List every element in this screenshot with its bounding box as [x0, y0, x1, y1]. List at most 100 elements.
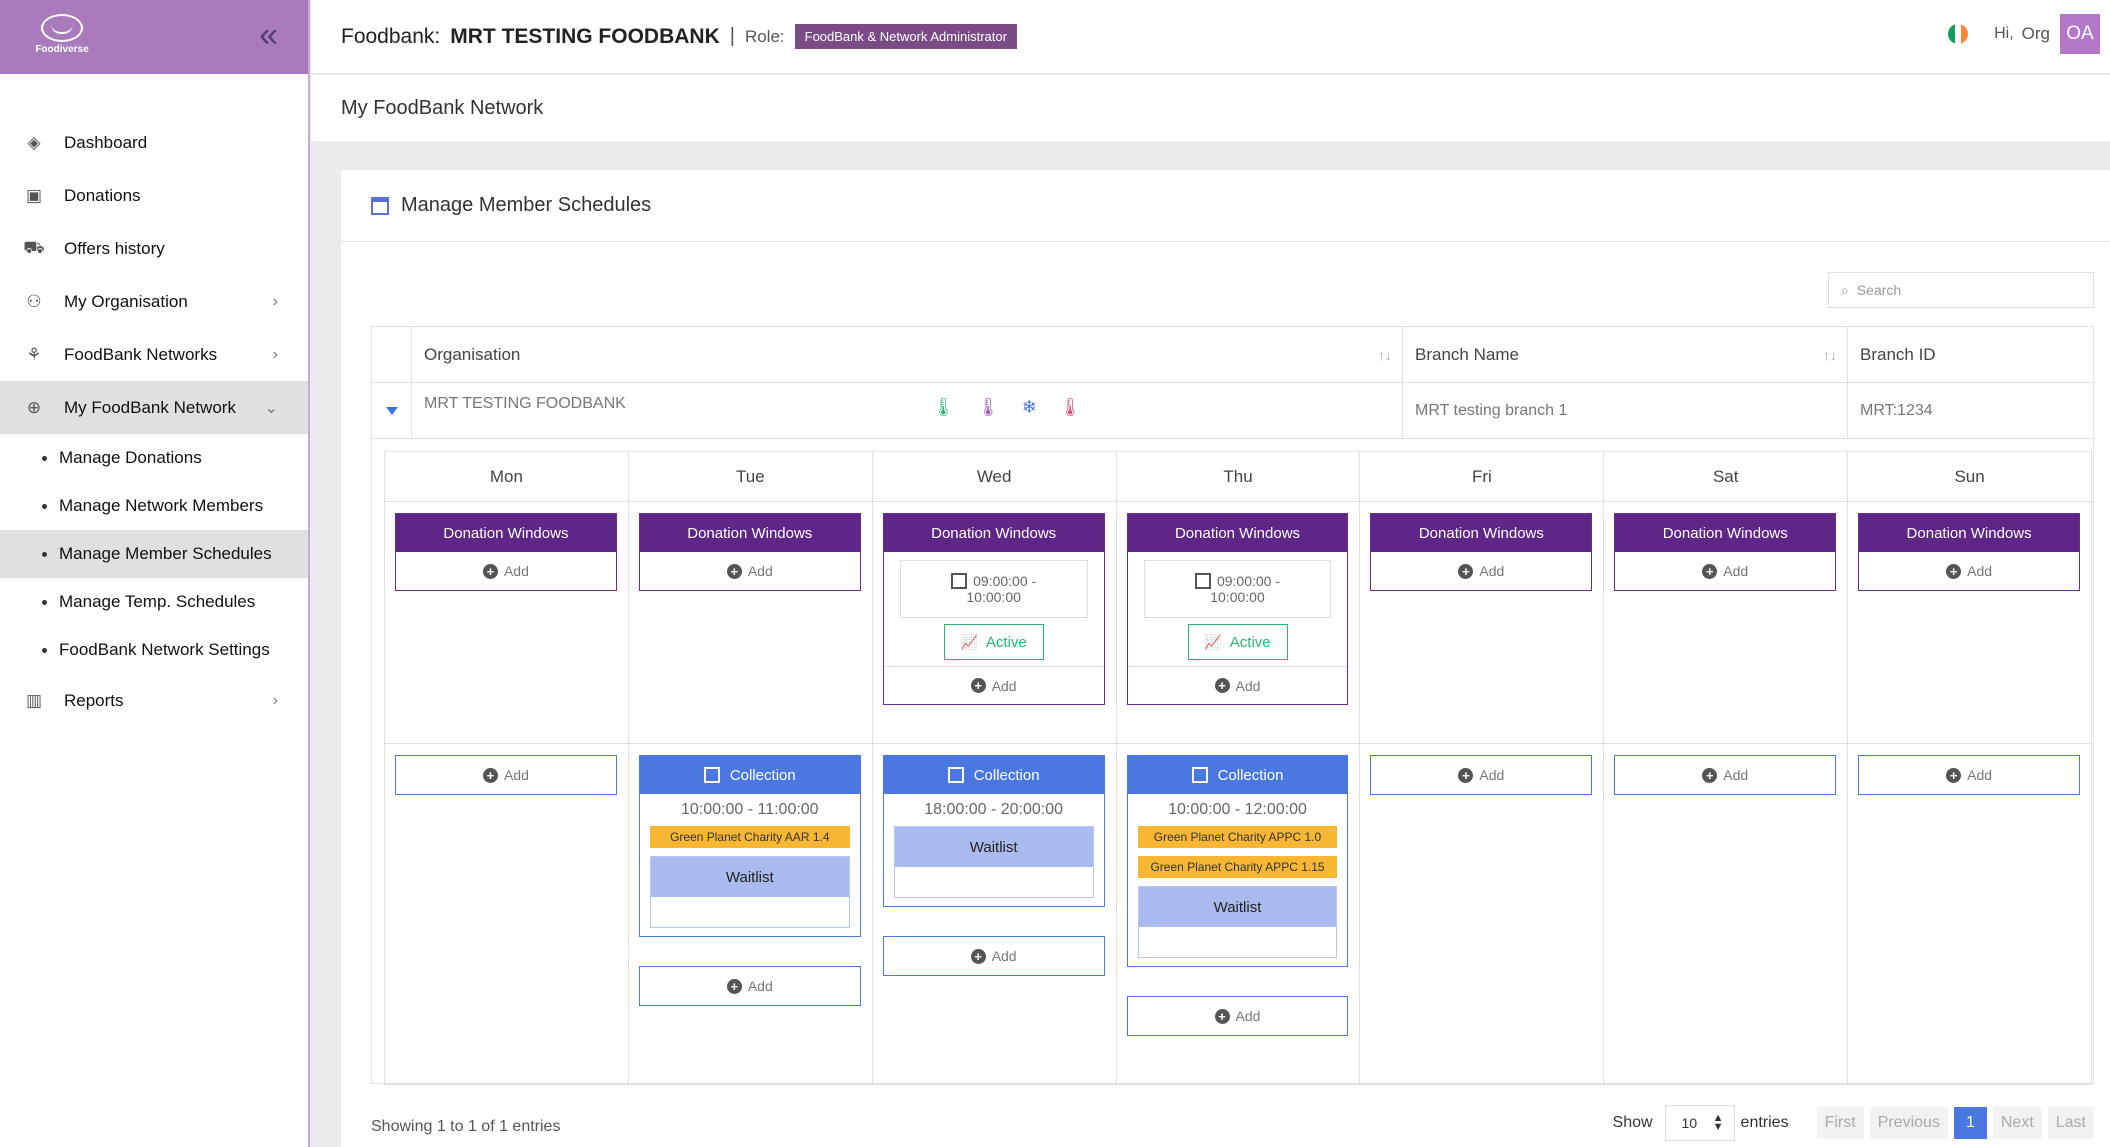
sort-icon[interactable]: ↑↓ [1823, 347, 1837, 363]
add-collection-button[interactable]: + Add [395, 755, 617, 795]
schedule-card: Manage Member Schedules ⌕ Search Organis… [341, 170, 2110, 1147]
next-page-button[interactable]: Next [1992, 1107, 2042, 1139]
add-donation-window-button[interactable]: + Add [1859, 552, 2079, 590]
plus-circle-icon: + [482, 767, 498, 783]
layers-icon: ◈ [27, 132, 41, 152]
window-start: 09:00:00 - [1216, 573, 1281, 589]
add-collection-button[interactable]: + Add [1858, 755, 2081, 795]
user-name: Org [2021, 24, 2050, 43]
header-separator: | [729, 25, 735, 47]
pagination: Show 10 ▲ ▼ entries First Previous 1 Next… [1613, 1105, 2094, 1141]
branch-id: MRT:1234 [1860, 401, 1933, 419]
add-donation-window-button[interactable]: + Add [1371, 552, 1591, 590]
sidebar-subitem-manage-member-schedules[interactable]: Manage Member Schedules [0, 530, 308, 578]
sidebar-item-reports[interactable]: ▥ Reports › [0, 674, 308, 727]
day-column-tue: Tue Donation Windows + Add Collection 10:… [628, 452, 873, 1084]
edit-icon [1191, 767, 1208, 783]
sidebar-item-offers-history[interactable]: ⛟ Offers history [0, 222, 308, 275]
sidebar-item-label: Dashboard [64, 132, 148, 152]
thermometer-minus-icon[interactable]: 🌡 [977, 397, 1000, 418]
sidebar-item-my-organisation[interactable]: ⚇ My Organisation › [0, 275, 308, 328]
donation-windows-header: Donation Windows [1371, 514, 1592, 552]
search-input[interactable]: ⌕ Search [1828, 272, 2094, 308]
expand-toggle[interactable] [372, 383, 412, 438]
page-1-button[interactable]: 1 [1953, 1107, 1987, 1139]
ireland-flag-icon[interactable] [1948, 24, 1969, 44]
add-donation-window-button[interactable]: + Add [640, 552, 860, 590]
sidebar-subitem-manage-network-members[interactable]: Manage Network Members [0, 482, 308, 530]
waitlist-header: Waitlist [1138, 887, 1337, 927]
sort-icon[interactable]: ↑↓ [1378, 347, 1392, 363]
add-donation-window-button[interactable]: + Add [1615, 552, 1835, 590]
last-page-button[interactable]: Last [2047, 1107, 2094, 1139]
day-column-thu: Thu Donation Windows 09:00:00 - 10:00:00… [1116, 452, 1361, 1084]
add-label: Add [1479, 563, 1505, 579]
sidebar-item-dashboard[interactable]: ◈ Dashboard [0, 116, 308, 169]
role-label: Role: [744, 26, 785, 46]
sidebar-subitem-manage-donations[interactable]: Manage Donations [0, 434, 308, 482]
collection-edit-button[interactable]: Collection [883, 756, 1104, 794]
add-collection-button[interactable]: + Add [1614, 755, 1837, 795]
add-collection-button[interactable]: + Add [1370, 755, 1593, 795]
waitlist-header: Waitlist [650, 857, 849, 897]
avatar[interactable]: OA [2060, 14, 2100, 54]
collection-edit-button[interactable]: Collection [1127, 756, 1348, 794]
window-end: 10:00:00 [966, 589, 1021, 605]
add-donation-window-button[interactable]: + Add [396, 552, 616, 590]
collapse-sidebar-icon[interactable]: « [259, 18, 278, 52]
box-icon: ▣ [25, 185, 43, 205]
column-header-organisation[interactable]: Organisation ↑↓ [412, 327, 1403, 382]
edit-icon [703, 767, 720, 783]
sidebar-item-label: Offers history [64, 238, 165, 258]
column-header-branch-name[interactable]: Branch Name ↑↓ [1403, 327, 1848, 382]
snowflake-icon[interactable]: ❄ [1022, 397, 1037, 418]
chevron-right-icon: › [272, 345, 278, 363]
donation-windows-section: Donation Windows + Add [1360, 502, 1604, 744]
waitlist-body [651, 897, 849, 927]
day-header: Sun [1848, 452, 2092, 502]
edit-icon[interactable] [1194, 573, 1211, 589]
collection-box: Collection 10:00:00 - 12:00:00 Green Pla… [1126, 755, 1349, 967]
active-label: Active [1229, 633, 1271, 651]
edit-icon[interactable] [951, 573, 968, 589]
add-label: Add [991, 948, 1017, 964]
previous-page-button[interactable]: Previous [1869, 1107, 1948, 1139]
first-page-button[interactable]: First [1816, 1107, 1864, 1139]
column-label: Organisation [424, 344, 521, 364]
thermometer-hot-icon[interactable]: 🌡 [1059, 397, 1082, 418]
collection-label: Collection [729, 766, 796, 784]
donation-window-time[interactable]: 09:00:00 - 10:00:00 [899, 560, 1088, 618]
collection-section: Collection 18:00:00 - 20:00:00 Waitlist … [873, 744, 1116, 1084]
collection-time: 18:00:00 - 20:00:00 [924, 801, 1064, 818]
sidebar-item-donations[interactable]: ▣ Donations [0, 169, 308, 222]
page-length-select[interactable]: 10 ▲ ▼ [1664, 1105, 1735, 1141]
column-header-branch-id[interactable]: Branch ID [1848, 327, 2093, 382]
day-column-wed: Wed Donation Windows 09:00:00 - 10:00:00… [872, 452, 1117, 1084]
add-donation-window-button[interactable]: + Add [883, 666, 1104, 704]
sidebar-subitem-manage-temp-schedules[interactable]: Manage Temp. Schedules [0, 578, 308, 626]
topbar: Foodbank: MRT TESTING FOODBANK | Role: F… [311, 0, 2110, 74]
sidebar-subitem-foodbank-network-settings[interactable]: FoodBank Network Settings [0, 626, 308, 674]
card-header: Manage Member Schedules [341, 170, 2110, 242]
plus-circle-icon: + [1702, 767, 1718, 783]
bar-chart-icon: ▥ [25, 690, 43, 710]
sidebar-item-my-foodbank-network[interactable]: ⊕ My FoodBank Network ⌄ [0, 381, 308, 434]
charity-tag[interactable]: Green Planet Charity APPC 1.15 [1137, 856, 1338, 878]
charity-tag[interactable]: Green Planet Charity APPC 1.0 [1137, 826, 1338, 848]
caret-down-icon [386, 406, 398, 415]
add-collection-button[interactable]: + Add [882, 936, 1105, 976]
active-status-button[interactable]: 📈 Active [943, 624, 1044, 660]
thermometer-plus-icon[interactable]: 🌡 [932, 397, 955, 418]
add-collection-button[interactable]: + Add [1126, 996, 1349, 1036]
foodiverse-logo[interactable]: Foodiverse [32, 14, 92, 60]
collection-edit-button[interactable]: Collection [639, 756, 860, 794]
charity-tag[interactable]: Green Planet Charity AAR 1.4 [649, 826, 850, 848]
add-donation-window-button[interactable]: + Add [1127, 666, 1348, 704]
collection-section: Collection 10:00:00 - 12:00:00 Green Pla… [1117, 744, 1360, 1084]
donation-window-time[interactable]: 09:00:00 - 10:00:00 [1143, 560, 1332, 618]
sidebar-item-foodbank-networks[interactable]: ⚘ FoodBank Networks › [0, 328, 308, 381]
active-status-button[interactable]: 📈 Active [1187, 624, 1288, 660]
line-chart-icon: 📈 [1204, 633, 1222, 650]
donation-windows-box: Donation Windows + Add [1370, 513, 1593, 591]
add-collection-button[interactable]: + Add [638, 966, 861, 1006]
